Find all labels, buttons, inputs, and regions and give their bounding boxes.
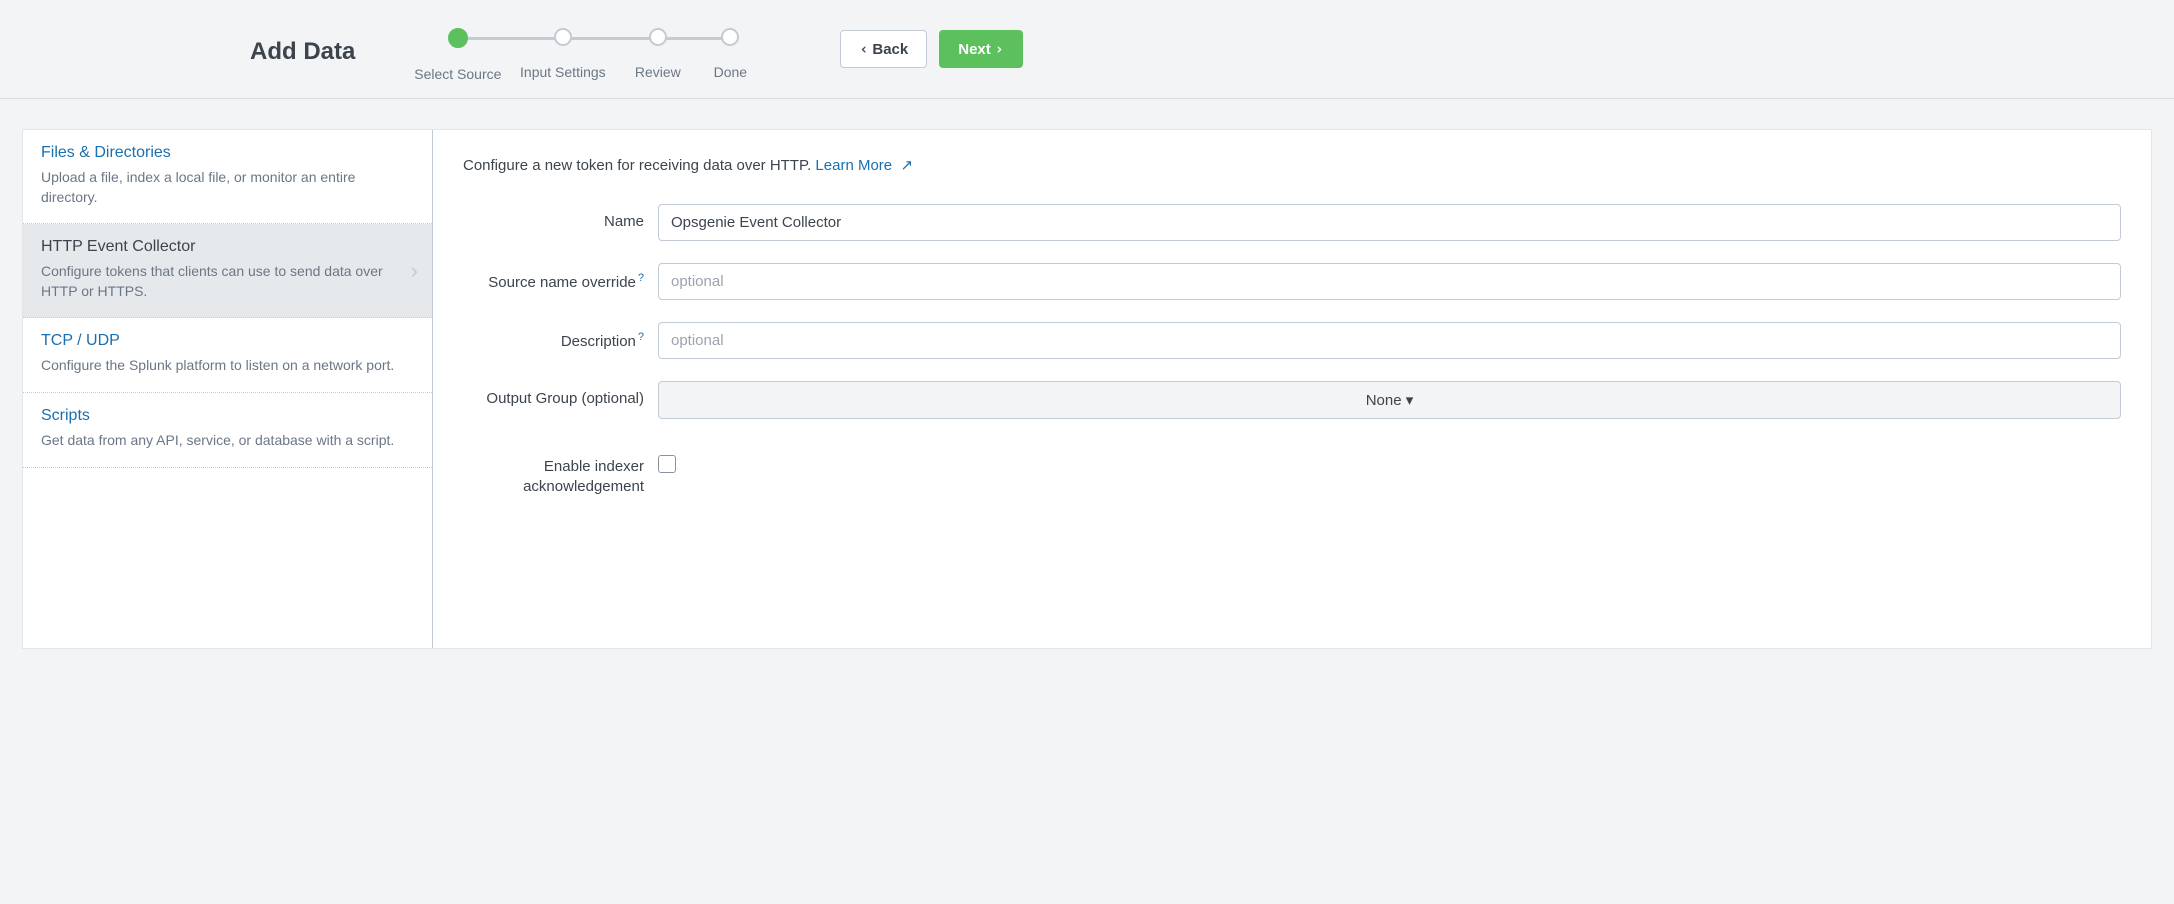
chevron-right-icon: › bbox=[411, 258, 418, 284]
step-circle-icon bbox=[721, 28, 739, 46]
step-indicator: Select Source Input Settings Review Done bbox=[405, 20, 760, 98]
sidebar-item-tcp-udp[interactable]: TCP / UDP Configure the Splunk platform … bbox=[23, 318, 432, 393]
step-label: Input Settings bbox=[520, 64, 606, 96]
help-icon[interactable]: ? bbox=[638, 272, 644, 284]
form-row-enable-ack: Enable indexer acknowledgement bbox=[463, 449, 2121, 498]
step-connector bbox=[563, 37, 653, 40]
caret-down-icon: ▾ bbox=[1406, 392, 1414, 409]
form-row-description: Description? bbox=[463, 322, 2121, 359]
sidebar-item-http-event-collector[interactable]: HTTP Event Collector Configure tokens th… bbox=[23, 224, 432, 318]
intro-text: Configure a new token for receiving data… bbox=[463, 156, 2121, 174]
source-override-input[interactable] bbox=[658, 263, 2121, 300]
sidebar-item-desc: Configure the Splunk platform to listen … bbox=[41, 356, 414, 376]
step-label: Done bbox=[714, 64, 747, 96]
form-panel: Configure a new token for receiving data… bbox=[433, 130, 2151, 648]
source-override-label: Source name override? bbox=[463, 263, 658, 293]
name-label: Name bbox=[463, 204, 658, 232]
form-row-output-group: Output Group (optional) None ▾ bbox=[463, 381, 2121, 419]
sidebar-item-title: TCP / UDP bbox=[41, 332, 414, 350]
step-label: Select Source bbox=[414, 66, 501, 98]
learn-more-link[interactable]: Learn More ↗ bbox=[815, 157, 913, 174]
source-type-sidebar: Files & Directories Upload a file, index… bbox=[23, 130, 433, 648]
sidebar-item-title: Files & Directories bbox=[41, 144, 414, 162]
sidebar-item-desc: Get data from any API, service, or datab… bbox=[41, 431, 414, 451]
page-title: Add Data bbox=[40, 20, 355, 66]
help-icon[interactable]: ? bbox=[638, 331, 644, 343]
sidebar-item-desc: Configure tokens that clients can use to… bbox=[41, 262, 414, 301]
source-override-label-text: Source name override bbox=[488, 274, 636, 291]
sidebar-item-desc: Upload a file, index a local file, or mo… bbox=[41, 168, 414, 207]
description-label-text: Description bbox=[561, 333, 636, 350]
back-button[interactable]: ‹ Back bbox=[840, 30, 927, 68]
sidebar-item-scripts[interactable]: Scripts Get data from any API, service, … bbox=[23, 393, 432, 468]
description-input[interactable] bbox=[658, 322, 2121, 359]
next-button[interactable]: Next › bbox=[939, 30, 1023, 68]
main-content: Files & Directories Upload a file, index… bbox=[22, 129, 2152, 649]
nav-buttons: ‹ Back Next › bbox=[840, 20, 1022, 68]
output-group-select[interactable]: None ▾ bbox=[658, 381, 2121, 419]
next-button-label: Next bbox=[958, 41, 991, 58]
enable-ack-label: Enable indexer acknowledgement bbox=[463, 449, 658, 498]
sidebar-item-files-directories[interactable]: Files & Directories Upload a file, index… bbox=[23, 130, 432, 224]
form-row-name: Name bbox=[463, 204, 2121, 241]
form-row-source-override: Source name override? bbox=[463, 263, 2121, 300]
chevron-left-icon: ‹ bbox=[859, 40, 868, 58]
intro-text-body: Configure a new token for receiving data… bbox=[463, 157, 811, 174]
step-select-source: Select Source bbox=[405, 28, 510, 98]
output-group-label: Output Group (optional) bbox=[463, 381, 658, 409]
output-group-value: None bbox=[1366, 392, 1402, 409]
name-input[interactable] bbox=[658, 204, 2121, 241]
sidebar-item-title: Scripts bbox=[41, 407, 414, 425]
description-label: Description? bbox=[463, 322, 658, 352]
step-circle-icon bbox=[448, 28, 468, 48]
page-header: Add Data Select Source Input Settings Re… bbox=[0, 0, 2174, 99]
chevron-right-icon: › bbox=[995, 40, 1004, 58]
enable-ack-checkbox[interactable] bbox=[658, 455, 676, 473]
learn-more-label: Learn More bbox=[815, 157, 892, 174]
back-button-label: Back bbox=[872, 41, 908, 58]
step-label: Review bbox=[635, 64, 681, 96]
sidebar-item-title: HTTP Event Collector bbox=[41, 238, 414, 256]
step-circle-icon bbox=[649, 28, 667, 46]
step-connector bbox=[658, 37, 728, 40]
step-connector bbox=[458, 37, 563, 40]
external-link-icon: ↗ bbox=[896, 157, 913, 174]
step-circle-icon bbox=[554, 28, 572, 46]
